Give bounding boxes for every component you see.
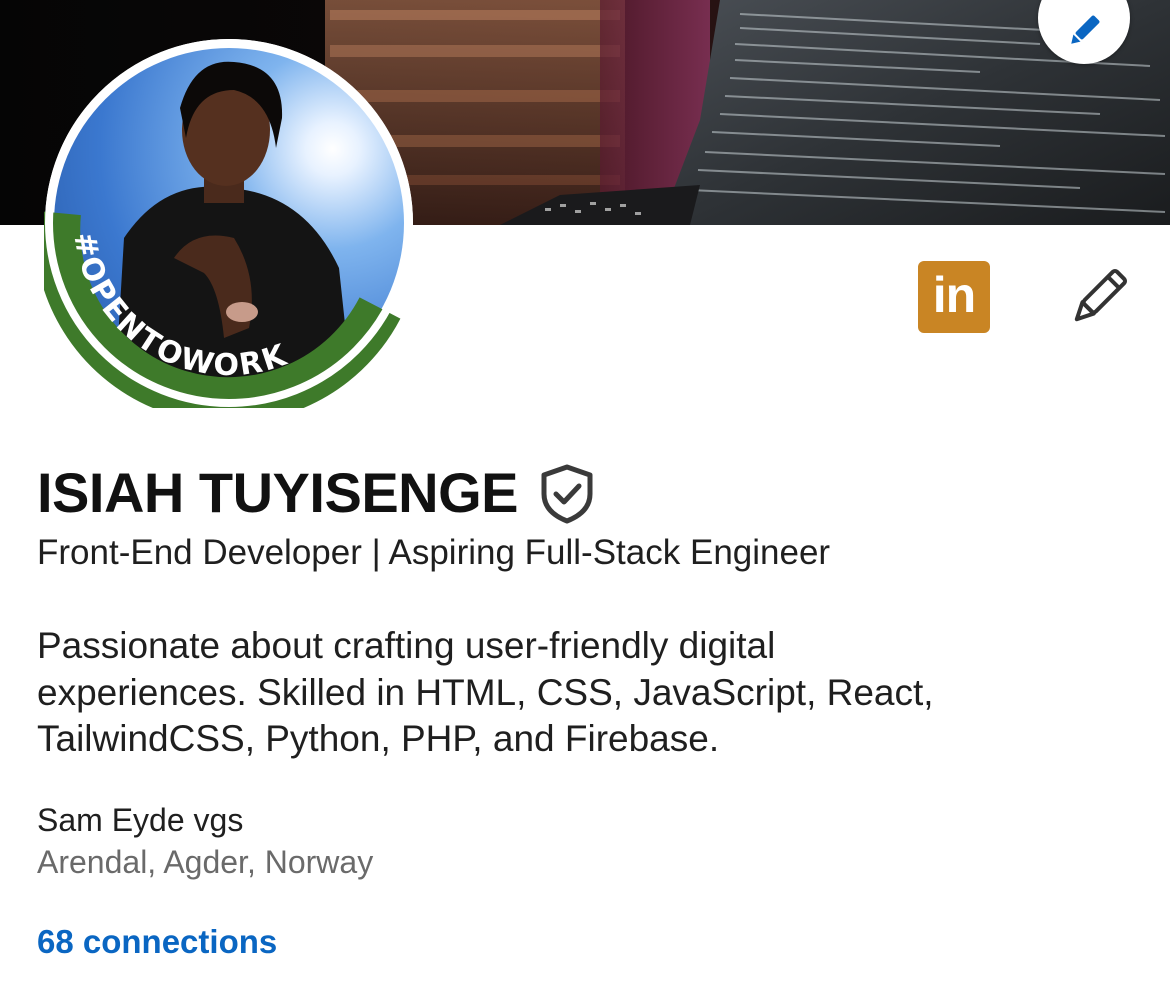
profile-name: ISIAH TUYISENGE <box>37 461 519 524</box>
profile-location: Arendal, Agder, Norway <box>37 844 374 880</box>
linkedin-badge-text: in <box>932 267 976 323</box>
summary-line: TailwindCSS, Python, PHP, and Firebase. <box>37 718 720 759</box>
pencil-icon <box>1071 15 1100 44</box>
summary-line: Passionate about crafting user-friendly … <box>37 625 776 666</box>
profile-school[interactable]: Sam Eyde vgs <box>37 800 243 840</box>
edit-profile-button[interactable] <box>1064 264 1132 332</box>
pencil-outline-icon <box>1074 268 1128 322</box>
name-row: ISIAH TUYISENGE <box>37 462 594 524</box>
profile-photo[interactable]: #OPENTOWORK <box>34 38 414 424</box>
connections-link[interactable]: 68 connections <box>37 922 277 962</box>
shield-check-icon[interactable] <box>540 464 594 524</box>
profile-headline: Front-End Developer | Aspiring Full-Stac… <box>37 533 831 572</box>
summary-line: experiences. Skilled in HTML, CSS, JavaS… <box>37 671 934 713</box>
profile-summary: Passionate about crafting user-friendly … <box>37 623 1137 763</box>
linkedin-logo-icon[interactable]: in <box>918 261 990 333</box>
